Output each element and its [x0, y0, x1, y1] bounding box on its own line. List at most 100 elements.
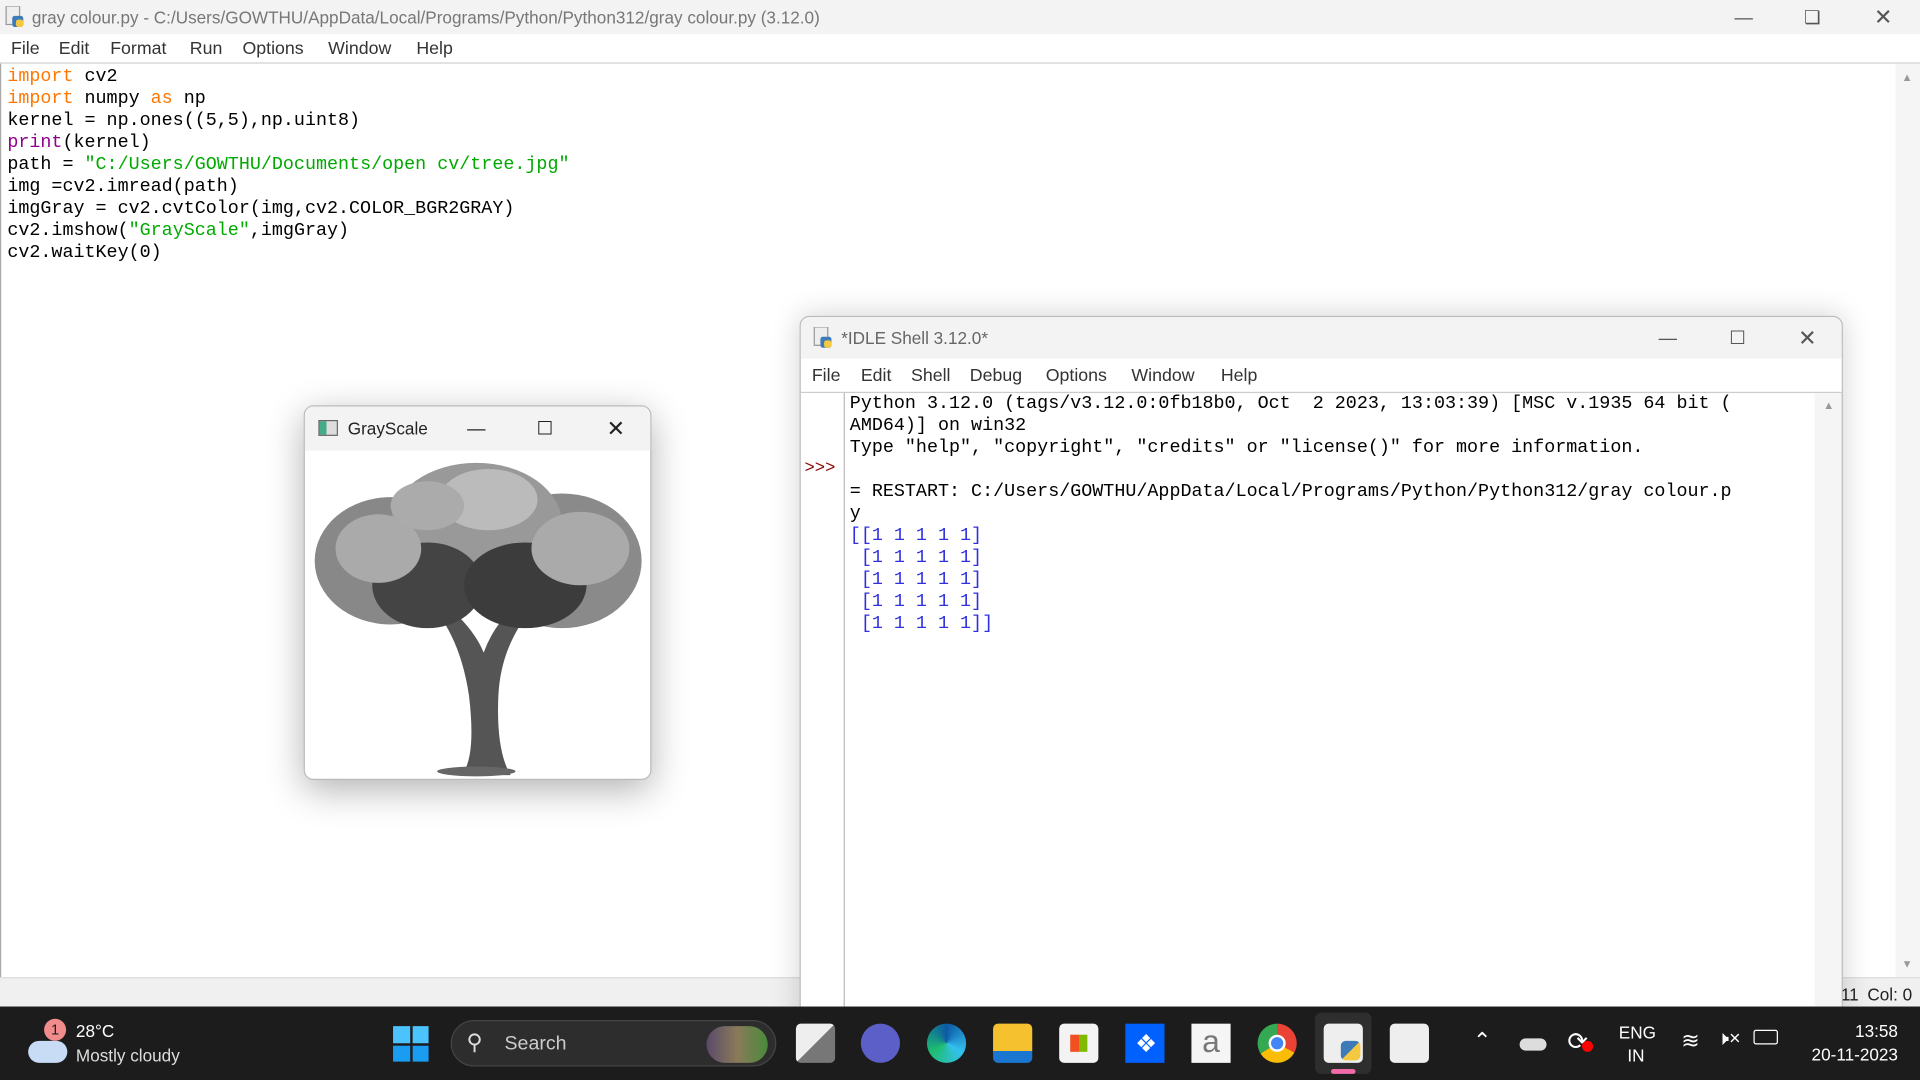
menu-options[interactable]: Options — [242, 39, 303, 59]
code-text: numpy — [73, 88, 151, 109]
string: "GrayScale" — [128, 220, 250, 242]
menu-run[interactable]: Run — [190, 39, 223, 59]
menu-window[interactable]: Window — [328, 39, 391, 59]
grayscale-window: GrayScale — ☐ ✕ — [303, 405, 652, 781]
battery-icon[interactable] — [1753, 1029, 1778, 1045]
restore-button[interactable]: ❏ — [1788, 0, 1837, 34]
shell-scrollbar[interactable]: ▲ — [1814, 393, 1842, 1025]
language-line2[interactable]: IN — [1627, 1046, 1644, 1066]
desktop: gray colour.py - C:/Users/GOWTHU/AppData… — [0, 0, 1920, 1080]
menu-edit[interactable]: Edit — [59, 39, 90, 59]
shell-title: *IDLE Shell 3.12.0* — [841, 328, 988, 348]
code-line: kernel = np.ones((5,5),np.uint8) — [7, 110, 361, 132]
python-shell-icon — [813, 326, 833, 355]
shell-line: Type "help", "copyright", "credits" or "… — [849, 437, 1644, 458]
shell-close-button[interactable]: ✕ — [1783, 321, 1832, 355]
code-text: ,imgGray) — [249, 220, 350, 242]
output-row: [1 1 1 1 1]] — [849, 613, 994, 635]
grayscale-maximize-button[interactable]: ☐ — [520, 411, 569, 445]
chrome-icon[interactable] — [1257, 1023, 1297, 1063]
menu-help[interactable]: Help — [416, 39, 453, 59]
weather-widget[interactable]: 1 28°C Mostly cloudy — [24, 1018, 208, 1070]
keyword: as — [150, 88, 173, 109]
editor-menubar: File Edit Format Run Options Window Help — [0, 34, 1920, 64]
code-text: (kernel) — [62, 132, 151, 154]
code-line: import cv2 — [7, 66, 117, 88]
dropbox-icon[interactable]: ❖ — [1125, 1023, 1165, 1063]
output-row: [[1 1 1 1 1] — [849, 525, 983, 547]
editor-titlebar: gray colour.py - C:/Users/GOWTHU/AppData… — [0, 0, 1920, 35]
grayscale-minimize-button[interactable]: — — [452, 411, 501, 445]
shell-minimize-button[interactable]: — — [1643, 321, 1692, 355]
code-text: cv2 — [73, 66, 118, 87]
code-line: cv2.waitKey(0) — [7, 242, 162, 264]
onedrive-icon[interactable] — [1519, 1038, 1547, 1051]
code-line: print(kernel) — [7, 132, 150, 154]
shell-menu-help[interactable]: Help — [1221, 366, 1258, 386]
volume-muted-icon[interactable]: 🕨× — [1717, 1029, 1741, 1051]
opencv-window-icon — [318, 420, 338, 436]
shell-line: AMD64)] on win32 — [849, 415, 1027, 436]
shell-menu-options[interactable]: Options — [1046, 366, 1107, 386]
grayscale-close-button[interactable]: ✕ — [591, 411, 640, 445]
code-line: import numpy as np — [7, 88, 205, 110]
search-highlight-image — [706, 1026, 768, 1063]
grayscale-titlebar: GrayScale — ☐ ✕ — [304, 406, 651, 451]
close-button[interactable]: ✕ — [1859, 0, 1908, 34]
shell-line: = RESTART: C:/Users/GOWTHU/AppData/Local… — [849, 481, 1732, 503]
shell-titlebar: *IDLE Shell 3.12.0* — ☐ ✕ — [800, 317, 1842, 359]
shell-maximize-button[interactable]: ☐ — [1713, 321, 1762, 355]
code-line: path = "C:/Users/GOWTHU/Documents/open c… — [7, 154, 569, 176]
search-box[interactable]: ⚲ Search — [450, 1020, 777, 1067]
notification-badge: 1 — [44, 1018, 67, 1041]
edge-icon[interactable] — [926, 1023, 967, 1063]
python-file-icon — [5, 5, 25, 28]
shell-menu-shell[interactable]: Shell — [911, 366, 950, 386]
file-explorer-icon[interactable] — [993, 1023, 1033, 1063]
grayscale-tree-image — [314, 462, 642, 777]
microsoft-store-icon[interactable] — [1059, 1023, 1099, 1063]
menu-file[interactable]: File — [11, 39, 40, 59]
keyword: import — [7, 66, 74, 87]
amazon-icon[interactable]: a — [1191, 1023, 1231, 1063]
shell-output[interactable]: Python 3.12.0 (tags/v3.12.0:0fb18b0, Oct… — [845, 393, 1815, 1025]
output-row: [1 1 1 1 1] — [849, 591, 983, 613]
keyword: import — [7, 88, 74, 109]
code-text: path = — [7, 154, 85, 176]
editor-scrollbar[interactable]: ▲ ▼ — [1895, 63, 1920, 978]
teams-chat-icon[interactable] — [860, 1023, 901, 1063]
output-row: [1 1 1 1 1] — [849, 569, 983, 591]
idle-shell-window: *IDLE Shell 3.12.0* — ☐ ✕ File Edit Shel… — [799, 315, 1843, 1027]
sync-icon[interactable]: ⟳ — [1567, 1026, 1594, 1057]
task-view-icon[interactable] — [795, 1023, 836, 1063]
clock-date[interactable]: 20-11-2023 — [1800, 1044, 1898, 1064]
search-icon: ⚲ — [466, 1029, 483, 1055]
clock-time[interactable]: 13:58 — [1820, 1021, 1898, 1041]
string: "C:/Users/GOWTHU/Documents/open cv/tree.… — [84, 154, 570, 176]
scroll-up-icon[interactable]: ▲ — [1823, 399, 1834, 411]
builtin: print — [7, 132, 63, 154]
menu-format[interactable]: Format — [110, 39, 166, 59]
window-title: gray colour.py - C:/Users/GOWTHU/AppData… — [31, 7, 820, 27]
taskbar: 1 28°C Mostly cloudy ⚲ Search ❖ a ⌃ ⟳ EN… — [0, 1006, 1920, 1080]
shell-menu-edit[interactable]: Edit — [861, 366, 892, 386]
shell-line: Python 3.12.0 (tags/v3.12.0:0fb18b0, Oct… — [849, 393, 1732, 414]
active-indicator — [1331, 1068, 1356, 1074]
shell-menu-debug[interactable]: Debug — [970, 366, 1022, 386]
code-line: cv2.imshow("GrayScale",imgGray) — [7, 220, 349, 242]
shell-menu-window[interactable]: Window — [1131, 366, 1194, 386]
grayscale-title: GrayScale — [347, 418, 428, 439]
scroll-up-icon[interactable]: ▲ — [1902, 71, 1913, 83]
wifi-icon[interactable]: ≋ — [1681, 1029, 1699, 1055]
idle-python-icon[interactable] — [1323, 1023, 1363, 1063]
start-button[interactable] — [393, 1026, 429, 1062]
code-line: img =cv2.imread(path) — [7, 176, 239, 198]
scroll-down-icon[interactable]: ▼ — [1902, 958, 1913, 970]
language-line1[interactable]: ENG — [1619, 1022, 1656, 1042]
shell-gutter: >>> — [800, 393, 845, 1025]
output-row: [1 1 1 1 1] — [849, 547, 983, 569]
minimize-button[interactable]: — — [1719, 0, 1768, 34]
shell-menu-file[interactable]: File — [812, 366, 841, 386]
snipping-tool-icon[interactable] — [1389, 1023, 1429, 1063]
show-hidden-icons-icon[interactable]: ⌃ — [1473, 1029, 1491, 1055]
